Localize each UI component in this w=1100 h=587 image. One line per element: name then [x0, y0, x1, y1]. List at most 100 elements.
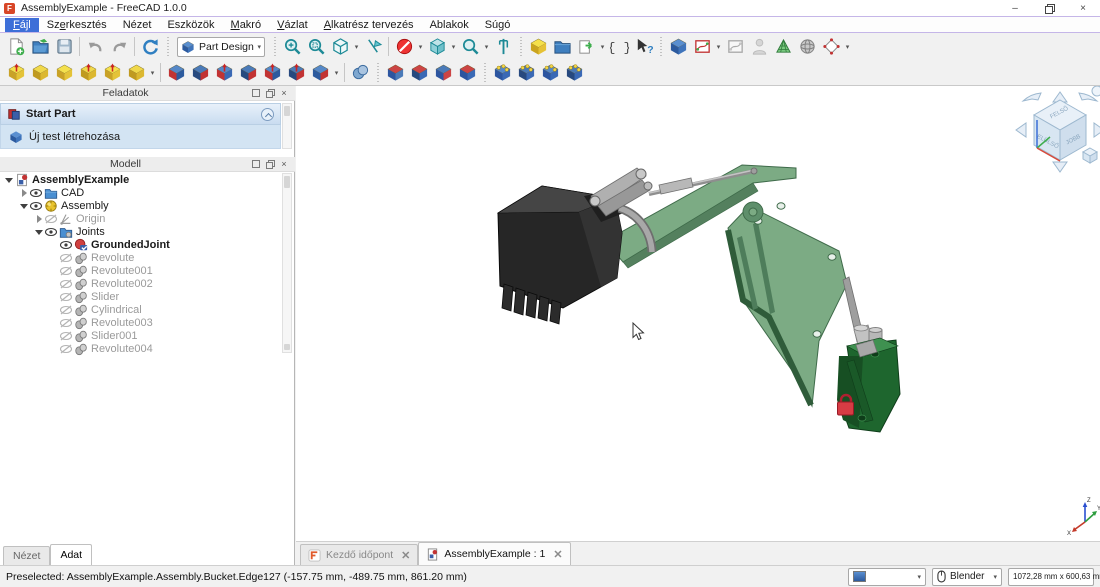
visibility-off-icon[interactable]	[59, 317, 73, 329]
subtractive-helix-icon[interactable]	[284, 61, 308, 84]
draft-icon[interactable]	[431, 61, 455, 84]
make-link-icon[interactable]	[574, 35, 598, 58]
subtractive-primitive-icon[interactable]	[308, 61, 332, 84]
tree-item-slider[interactable]: Slider	[0, 290, 281, 303]
visibility-off-icon[interactable]	[59, 278, 73, 290]
tree-expander-icon[interactable]	[4, 175, 14, 185]
tree-expander-icon[interactable]	[19, 201, 29, 211]
whats-this-icon[interactable]: ?	[631, 35, 655, 58]
document-tab-kezd-id-pont[interactable]: Kezdő időpont✕	[300, 544, 418, 565]
visibility-off-icon[interactable]	[59, 265, 73, 277]
tasks-scrollbar[interactable]	[282, 103, 292, 149]
tree-item-groundedjoint[interactable]: GroundedJoint	[0, 238, 281, 251]
subtractive-pipe-icon[interactable]	[260, 61, 284, 84]
fit-all-icon[interactable]	[280, 35, 304, 58]
pad-icon[interactable]	[4, 61, 28, 84]
create-part-icon[interactable]	[526, 35, 550, 58]
tab-close-icon[interactable]: ✕	[553, 548, 562, 561]
boolean-icon[interactable]	[348, 61, 372, 84]
fillet-icon[interactable]	[383, 61, 407, 84]
tree-item-revolute001[interactable]: Revolute001	[0, 264, 281, 277]
visibility-off-icon[interactable]	[44, 213, 58, 225]
refresh-icon[interactable]	[138, 35, 162, 58]
appearance-icon[interactable]	[425, 35, 449, 58]
visibility-off-icon[interactable]	[59, 291, 73, 303]
dock-tab-adat[interactable]: Adat	[50, 544, 92, 565]
thickness-icon[interactable]	[455, 61, 479, 84]
zoom-tools-icon[interactable]	[458, 35, 482, 58]
standard-views-dropdown[interactable]: ▾	[352, 35, 361, 58]
subtractive-loft-icon[interactable]	[236, 61, 260, 84]
revolution-icon[interactable]	[28, 61, 52, 84]
create-group-icon[interactable]	[550, 35, 574, 58]
dipper-plate[interactable]	[728, 202, 847, 406]
fit-selection-icon[interactable]	[304, 35, 328, 58]
create-datum-dropdown[interactable]: ▾	[843, 35, 852, 58]
base-assembly[interactable]	[837, 328, 900, 433]
additive-helix-icon[interactable]	[100, 61, 124, 84]
groove-icon[interactable]	[212, 61, 236, 84]
additive-primitive-icon[interactable]	[124, 61, 148, 84]
edit-sketch-icon[interactable]	[723, 35, 747, 58]
visibility-on-icon[interactable]	[29, 200, 43, 212]
appearance-dropdown[interactable]: ▾	[449, 35, 458, 58]
tree-expander-icon[interactable]	[34, 227, 44, 237]
workbench-selector[interactable]: Part Design▾	[177, 37, 265, 57]
tree-item-joints[interactable]: Joints	[0, 225, 281, 238]
model-scrollbar[interactable]	[282, 173, 292, 353]
tree-item-revolute004[interactable]: Revolute004	[0, 342, 281, 355]
subtractive-primitive-dropdown[interactable]: ▾	[332, 61, 341, 84]
restore-button[interactable]	[1032, 0, 1066, 16]
tree-item-revolute002[interactable]: Revolute002	[0, 277, 281, 290]
tree-item-cylindrical[interactable]: Cylindrical	[0, 303, 281, 316]
new-body-task-item[interactable]: Új test létrehozása	[0, 125, 281, 149]
pocket-icon[interactable]	[164, 61, 188, 84]
tree-expander-icon[interactable]	[19, 188, 29, 198]
linear-pattern-icon[interactable]	[514, 61, 538, 84]
tree-item-assembly[interactable]: Assembly	[0, 199, 281, 212]
new-document-icon[interactable]	[4, 35, 28, 58]
visibility-on-icon[interactable]	[44, 226, 58, 238]
navigation-cube[interactable]: FELSŐ ELÜLSŐ JOBB	[1016, 86, 1100, 172]
mirrored-icon[interactable]	[490, 61, 514, 84]
open-document-icon[interactable]	[28, 35, 52, 58]
dimension-combo[interactable]: 1072,28 mm x 600,63 mm ▾	[1008, 568, 1094, 586]
redo-icon[interactable]	[107, 35, 131, 58]
zoom-tools-dropdown[interactable]: ▾	[482, 35, 491, 58]
menu-s-g-[interactable]: Súgó	[477, 18, 519, 32]
tree-item-slider001[interactable]: Slider001	[0, 329, 281, 342]
menu-eszk-z-k[interactable]: Eszközök	[159, 18, 222, 32]
chamfer-icon[interactable]	[407, 61, 431, 84]
dock-undock-icon[interactable]	[265, 159, 275, 169]
tree-item-origin[interactable]: Origin	[0, 212, 281, 225]
save-document-icon[interactable]	[52, 35, 76, 58]
measure-icon[interactable]	[491, 35, 515, 58]
polar-pattern-icon[interactable]	[538, 61, 562, 84]
additive-pipe-icon[interactable]	[76, 61, 100, 84]
start-part-section[interactable]: Start Part	[0, 103, 281, 125]
visibility-off-icon[interactable]	[59, 252, 73, 264]
make-link-dropdown[interactable]: ▾	[598, 35, 607, 58]
menu-f-jl[interactable]: Fájl	[5, 18, 39, 32]
dock-undock-icon[interactable]	[265, 88, 275, 98]
close-button[interactable]: ×	[1066, 0, 1100, 16]
dock-tab-nzet[interactable]: Nézet	[3, 546, 50, 565]
tree-item-assemblyexample[interactable]: AssemblyExample	[0, 173, 281, 186]
tree-item-revolute003[interactable]: Revolute003	[0, 316, 281, 329]
additive-loft-icon[interactable]	[52, 61, 76, 84]
expression-icon[interactable]: { }	[607, 35, 631, 58]
menu-n-zet[interactable]: Nézet	[115, 18, 160, 32]
dock-close-icon[interactable]: ×	[279, 159, 289, 169]
visibility-off-icon[interactable]	[59, 343, 73, 355]
create-datum-icon[interactable]	[819, 35, 843, 58]
document-tab-assemblyexample-1[interactable]: AssemblyExample : 1✕	[418, 542, 570, 565]
undo-icon[interactable]	[83, 35, 107, 58]
menu-v-zlat[interactable]: Vázlat	[269, 18, 316, 32]
dock-float-icon[interactable]	[251, 159, 261, 169]
visibility-on-icon[interactable]	[59, 239, 73, 251]
collapse-section-icon[interactable]	[261, 108, 274, 121]
3d-viewport[interactable]: FELSŐ ELÜLSŐ JOBB	[296, 86, 1100, 541]
visibility-off-icon[interactable]	[59, 330, 73, 342]
draw-style-dropdown[interactable]: ▾	[416, 35, 425, 58]
standard-views-icon[interactable]	[328, 35, 352, 58]
